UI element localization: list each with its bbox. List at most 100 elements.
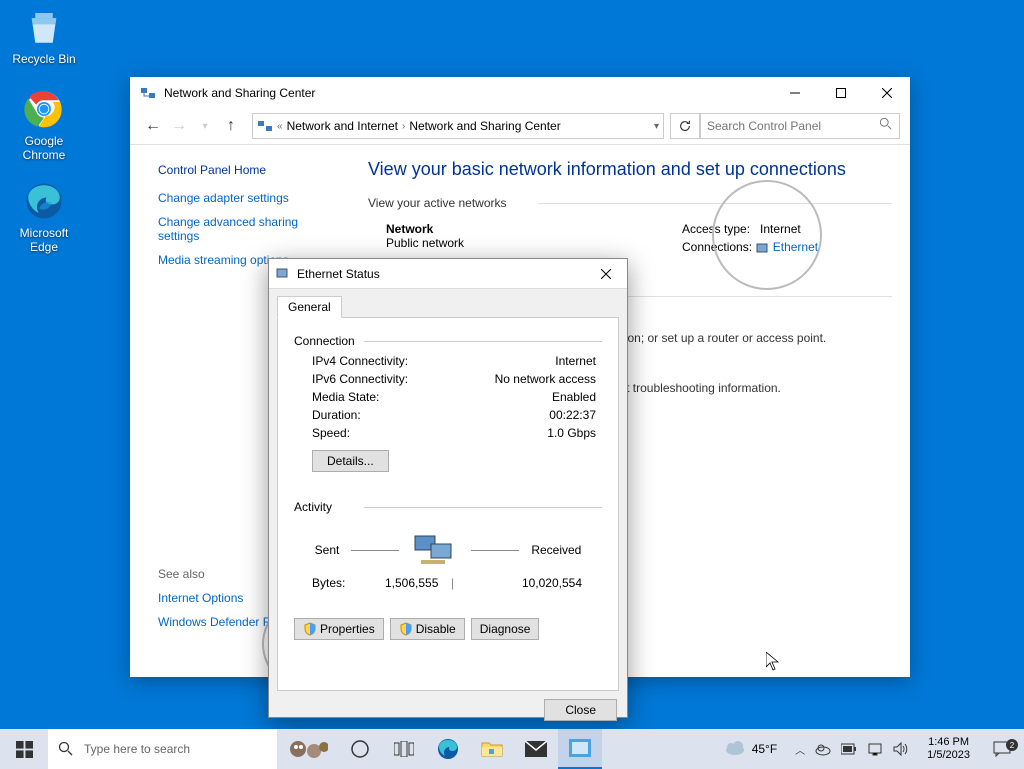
desktop-icon-edge[interactable]: Microsoft Edge [6,180,82,255]
taskbar-edge-button[interactable] [426,729,470,769]
taskbar-explorer-button[interactable] [470,729,514,769]
details-button[interactable]: Details... [312,450,389,472]
clock-date: 1/5/2023 [927,749,970,762]
connections-label: Connections: [682,240,752,254]
minimize-button[interactable] [772,77,818,108]
section-active-networks: View your active networks [368,196,892,210]
speed-value: 1.0 Gbps [547,426,596,440]
ipv4-value: Internet [555,354,596,368]
group-activity: Activity [294,500,602,514]
breadcrumb-item[interactable]: Network and Internet [287,119,398,133]
sidebar-item-advanced-sharing[interactable]: Change advanced sharing settings [158,215,340,243]
network-type: Public network [386,236,682,250]
clock-time: 1:46 PM [927,736,970,749]
recycle-bin-icon [23,6,65,48]
battery-icon[interactable] [841,742,857,756]
window-titlebar[interactable]: Network and Sharing Center [130,77,910,108]
search-input[interactable] [707,119,879,133]
volume-icon[interactable] [893,742,909,756]
window-title: Network and Sharing Center [164,86,772,100]
nav-recent-dropdown[interactable]: ▾ [192,113,218,139]
shield-icon [303,622,317,636]
address-bar[interactable]: « Network and Internet › Network and Sha… [252,113,664,139]
speed-label: Speed: [312,426,350,440]
search-icon[interactable] [879,117,893,136]
search-icon [58,741,74,757]
bytes-label: Bytes: [312,576,345,590]
sent-label: Sent [315,543,340,557]
dialog-ethernet-status: Ethernet Status General Connection IPv4 … [268,258,628,718]
ipv6-value: No network access [495,372,596,386]
chevron-down-icon[interactable]: ▾ [654,121,659,132]
dialog-title: Ethernet Status [297,267,591,281]
media-state-value: Enabled [552,390,596,404]
network-name: Network [386,222,682,236]
edge-icon [436,737,460,761]
taskview-icon [394,741,414,757]
disable-button[interactable]: Disable [390,618,465,640]
taskbar: Type here to search 45°F ︿ 1:46 PM 1/5/2… [0,729,1024,769]
sidebar-home-link[interactable]: Control Panel Home [158,163,340,177]
notification-badge: 2 [1006,739,1018,751]
taskbar-news-button[interactable] [278,729,338,769]
access-type-value: Internet [760,222,801,236]
divider-line [471,550,519,551]
duration-value: 00:22:37 [549,408,596,422]
desktop-label: Recycle Bin [6,52,82,66]
taskbar-mail-button[interactable] [514,729,558,769]
shield-icon [399,622,413,636]
media-state-label: Media State: [312,390,379,404]
chevron-right-icon: « [277,121,283,132]
nav-up-button[interactable]: ↑ [218,113,244,139]
mail-icon [525,741,547,757]
nav-forward-button[interactable]: → [166,113,192,139]
properties-button[interactable]: Properties [294,618,384,640]
nav-toolbar: ← → ▾ ↑ « Network and Internet › Network… [130,108,910,145]
ethernet-link[interactable]: Ethernet [773,240,818,254]
taskbar-control-panel-button[interactable] [558,729,602,769]
taskbar-search[interactable]: Type here to search [48,729,278,769]
ipv6-label: IPv6 Connectivity: [312,372,408,386]
dialog-close-button[interactable] [591,262,621,286]
dialog-titlebar[interactable]: Ethernet Status [269,259,627,289]
onedrive-icon[interactable] [815,741,831,757]
diagnose-button[interactable]: Diagnose [471,618,540,640]
tab-general[interactable]: General [277,296,342,318]
desktop-label: Google Chrome [6,134,82,163]
desktop-icon-recycle-bin[interactable]: Recycle Bin [6,6,82,66]
weather-icon [724,740,746,758]
sidebar-item-adapter-settings[interactable]: Change adapter settings [158,191,340,205]
maximize-button[interactable] [818,77,864,108]
refresh-button[interactable] [670,113,700,139]
nav-back-button[interactable]: ← [140,113,166,139]
search-box[interactable] [700,113,900,139]
cortana-icon [350,739,370,759]
divider-line [351,550,399,551]
search-placeholder: Type here to search [84,742,190,756]
taskbar-notifications[interactable]: 2 [980,741,1024,757]
taskbar-clock[interactable]: 1:46 PM 1/5/2023 [917,736,980,762]
taskbar-taskview-button[interactable] [382,729,426,769]
tray-overflow-icon[interactable]: ︿ [795,742,805,757]
desktop-icon-chrome[interactable]: Google Chrome [6,88,82,163]
edge-icon [23,180,65,222]
desktop-label: Microsoft Edge [6,226,82,255]
system-tray[interactable]: ︿ [787,741,917,757]
start-button[interactable] [0,729,48,769]
received-value: 10,020,554 [522,576,582,590]
weather-temp: 45°F [752,742,777,756]
chrome-icon [23,88,65,130]
news-icon [288,737,328,761]
network-icon [257,118,273,134]
taskbar-weather[interactable]: 45°F [714,740,787,758]
taskbar-cortana-button[interactable] [338,729,382,769]
ipv4-label: IPv4 Connectivity: [312,354,408,368]
breadcrumb-item[interactable]: Network and Sharing Center [409,119,560,133]
group-connection: Connection [294,334,602,348]
ethernet-icon [275,266,291,282]
computers-icon [411,532,459,568]
close-button[interactable]: Close [544,699,617,721]
close-button[interactable] [864,77,910,108]
network-icon [140,85,156,101]
network-tray-icon[interactable] [867,742,883,756]
